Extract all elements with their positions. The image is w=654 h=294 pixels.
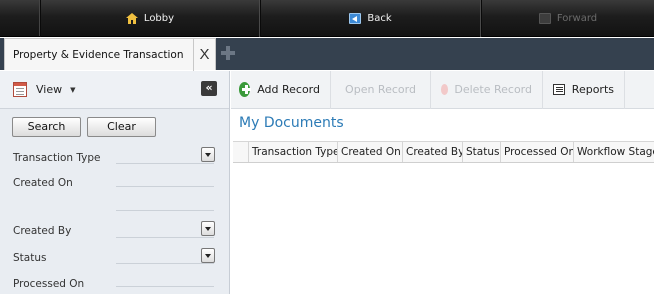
reports-icon	[553, 84, 565, 95]
top-nav-bar: Lobby Back Forward	[0, 0, 654, 37]
reports-button[interactable]: Reports	[543, 70, 625, 109]
column-header-workflow-stage[interactable]: Workflow Stage	[574, 142, 654, 162]
tab-close-button[interactable]: X	[193, 38, 215, 71]
column-header-processed-on[interactable]: Processed On	[501, 142, 574, 162]
nav-spacer	[0, 0, 40, 36]
tab-label: Property & Evidence Transaction	[13, 48, 184, 61]
view-menu-button[interactable]: View	[36, 83, 62, 96]
transaction-type-field[interactable]	[116, 163, 214, 164]
column-header-transaction-type[interactable]: Transaction Type	[249, 142, 338, 162]
select-column-header[interactable]	[233, 142, 249, 162]
forward-arrow-icon	[538, 13, 551, 24]
column-header-created-by[interactable]: Created By	[403, 142, 463, 162]
status-label: Status	[13, 252, 47, 264]
status-dropdown[interactable]	[201, 248, 215, 263]
back-arrow-icon	[349, 13, 362, 24]
add-record-label: Add Record	[257, 83, 320, 96]
transaction-type-dropdown[interactable]	[201, 147, 215, 162]
delete-icon	[441, 84, 449, 95]
open-record-button[interactable]: Open Record	[331, 70, 431, 109]
open-record-label: Open Record	[345, 83, 416, 96]
lobby-label: Lobby	[143, 13, 175, 24]
add-tab-icon[interactable]	[220, 45, 236, 61]
reports-label: Reports	[571, 83, 614, 96]
status-field[interactable]	[116, 263, 214, 264]
created-on-from-field[interactable]	[116, 186, 214, 187]
view-toolbar: View ▼ «	[0, 71, 229, 109]
add-icon	[239, 82, 252, 97]
lobby-button[interactable]: Lobby	[40, 0, 260, 37]
delete-record-button[interactable]: Delete Record	[431, 70, 543, 109]
collapse-panel-button[interactable]: «	[201, 81, 217, 96]
search-button[interactable]: Search	[12, 117, 81, 137]
processed-on-field[interactable]	[116, 286, 214, 287]
transaction-type-label: Transaction Type	[13, 152, 101, 164]
processed-on-label: Processed On	[13, 278, 85, 290]
tab-strip: Property & Evidence Transaction X	[0, 38, 654, 71]
created-by-label: Created By	[13, 225, 72, 237]
tab-property-evidence[interactable]: Property & Evidence Transaction X	[4, 38, 216, 71]
column-header-status[interactable]: Status	[463, 142, 501, 162]
page-title: My Documents	[239, 115, 344, 131]
filter-panel: View ▼ « Search Clear Transaction Type C…	[0, 71, 230, 294]
created-by-field[interactable]	[116, 237, 214, 238]
created-by-dropdown[interactable]	[201, 221, 215, 236]
forward-label: Forward	[556, 13, 598, 24]
documents-grid-header: Transaction Type Created On Created By S…	[233, 141, 654, 163]
created-on-to-field[interactable]	[116, 210, 214, 211]
chevron-down-icon[interactable]: ▼	[70, 86, 75, 94]
created-on-label: Created On	[13, 177, 73, 189]
back-button[interactable]: Back	[260, 0, 481, 37]
back-label: Back	[367, 13, 392, 24]
clear-button[interactable]: Clear	[87, 117, 156, 137]
column-header-created-on[interactable]: Created On	[338, 142, 403, 162]
home-icon	[125, 13, 138, 24]
record-toolbar: Add Record Open Record Delete Record Rep…	[231, 70, 654, 109]
add-record-button[interactable]: Add Record	[231, 70, 331, 109]
calendar-view-icon	[13, 82, 27, 97]
forward-button[interactable]: Forward	[481, 0, 654, 37]
delete-record-label: Delete Record	[454, 83, 532, 96]
